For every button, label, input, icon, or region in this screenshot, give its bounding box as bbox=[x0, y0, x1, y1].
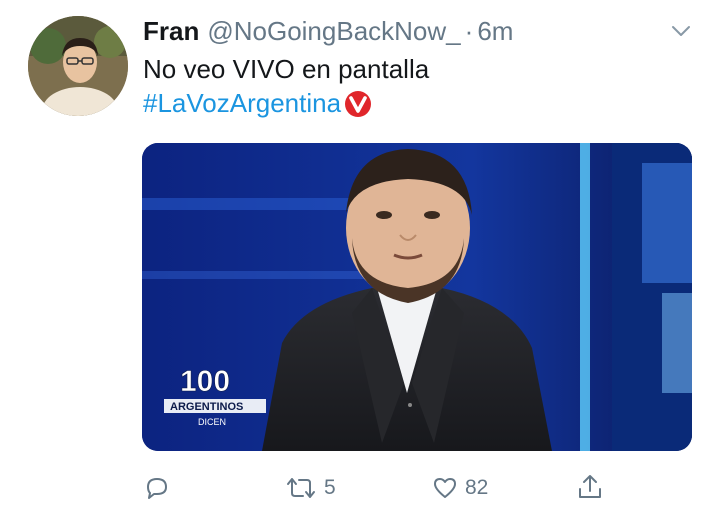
reply-button[interactable] bbox=[143, 474, 177, 502]
separator-dot: · bbox=[464, 15, 474, 46]
show-logo-number: 100 bbox=[180, 365, 230, 398]
retweet-icon bbox=[287, 478, 315, 498]
reply-icon bbox=[147, 478, 167, 499]
tweet-media-image[interactable]: 100 ARGENTINOS DICEN bbox=[142, 143, 692, 451]
share-button[interactable] bbox=[575, 472, 605, 502]
timestamp[interactable]: 6m bbox=[477, 16, 513, 47]
show-logo-banner: ARGENTINOS bbox=[170, 401, 243, 413]
tweet-text: No veo VIVO en pantalla bbox=[143, 54, 430, 84]
retweet-count: 5 bbox=[324, 476, 336, 499]
like-count: 82 bbox=[465, 476, 489, 499]
heart-icon bbox=[434, 478, 456, 498]
retweet-button[interactable]: 5 bbox=[284, 474, 336, 502]
chevron-down-icon[interactable] bbox=[668, 18, 694, 44]
like-button[interactable]: 82 bbox=[431, 474, 488, 502]
show-logo-sub: DICEN bbox=[198, 417, 226, 427]
display-name[interactable]: Fran bbox=[143, 16, 199, 47]
hashtag-line: #LaVozArgentina bbox=[143, 88, 373, 119]
hashtag-link[interactable]: #LaVozArgentina bbox=[143, 88, 341, 119]
share-icon bbox=[579, 475, 601, 498]
avatar[interactable] bbox=[28, 16, 128, 116]
la-voz-hashflag-icon bbox=[345, 90, 372, 117]
user-handle[interactable]: @NoGoingBackNow_ bbox=[207, 16, 460, 47]
tweet-actions: 5 82 bbox=[0, 472, 720, 506]
tweet-header: Fran @NoGoingBackNow_ · 6m bbox=[143, 14, 690, 48]
